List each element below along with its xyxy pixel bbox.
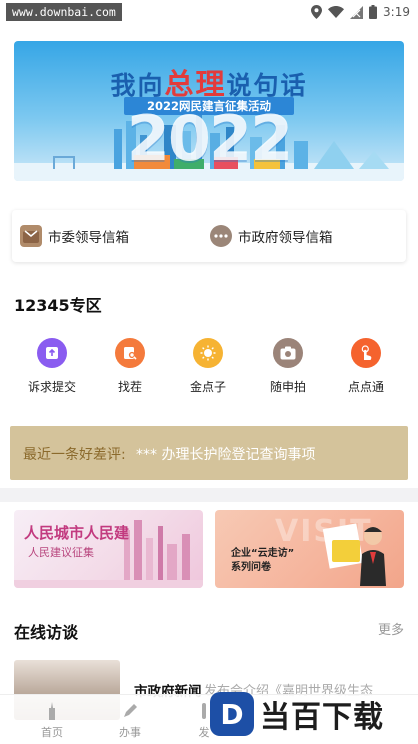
pen-icon — [120, 701, 140, 721]
promo-card-people-city[interactable]: 人民城市人民建 人民建议征集 — [14, 510, 203, 588]
banner-title-part-b: 说句话 — [226, 71, 308, 100]
tab-label: 首页 — [41, 726, 63, 739]
quick-item-golden-idea[interactable]: 金点子 — [168, 338, 248, 395]
status-icons: 3:19 — [311, 3, 410, 21]
mailbox-label: 市委领导信箱 — [48, 230, 129, 246]
quick-item-label: 金点子 — [189, 380, 226, 394]
quick-item-label: 找茬 — [117, 380, 142, 394]
banner-title-highlight: 总理 — [164, 67, 227, 101]
download-site-logo: D 当百下载 — [210, 688, 410, 740]
wifi-icon — [328, 6, 345, 18]
mailbox-label: 市政府领导信箱 — [238, 230, 333, 246]
evaluation-prefix: 最近一条好差评: — [23, 447, 126, 463]
promo-card-cloud-visit[interactable]: VISIT 企业“云走访” 系列问卷 — [215, 510, 404, 588]
envelope-icon — [20, 225, 42, 247]
evaluation-text: *** 办理长护险登记查询事项 — [136, 447, 316, 463]
leader-mailbox-card: 市委领导信箱 市政府领导信箱 — [12, 210, 406, 262]
businessman-illustration — [322, 523, 386, 586]
tab-services[interactable]: 办事 — [100, 701, 160, 740]
chat-bubble-icon — [210, 225, 232, 247]
quick-item-submit-request[interactable]: 诉求提交 — [12, 338, 92, 395]
main-content: 我向总理说句话 2022网民建言征集活动 2022 市委领导信箱 市政府领导信箱… — [0, 24, 418, 720]
section-divider — [0, 488, 418, 502]
quick-item-label: 诉求提交 — [27, 380, 76, 394]
quick-item-label: 点点通 — [347, 380, 384, 394]
search-doc-icon — [115, 338, 145, 368]
banner-year: 2022 — [126, 102, 294, 175]
quick-item-label: 随申拍 — [269, 380, 306, 394]
upload-icon — [37, 338, 67, 368]
battery-icon — [369, 5, 378, 19]
status-bar: www.downbai.com 3:19 — [0, 0, 418, 24]
latest-evaluation-bar[interactable]: 最近一条好差评: *** 办理长护险登记查询事项 — [10, 426, 408, 480]
quick-item-snapshot[interactable]: 随申拍 — [248, 338, 328, 395]
camera-icon — [273, 338, 303, 368]
banner-campaign[interactable]: 我向总理说句话 2022网民建言征集活动 2022 — [14, 41, 404, 181]
banner-title-part-a: 我向 — [110, 71, 165, 100]
promo-right-line2: 系列问卷 — [231, 562, 271, 573]
tap-icon — [351, 338, 381, 368]
mailbox-municipal-government[interactable]: 市政府领导信箱 — [210, 224, 333, 248]
quick-item-find-fault[interactable]: 找茬 — [90, 338, 170, 395]
home-tower-icon — [42, 701, 62, 721]
tab-home[interactable]: 首页 — [22, 701, 82, 740]
promo-right-line1: 企业“云走访” — [231, 548, 295, 559]
watermark-url: www.downbai.com — [6, 3, 122, 21]
location-icon — [311, 5, 323, 19]
promo-left-subtitle: 人民建议征集 — [28, 546, 94, 559]
quick-item-tap-connect[interactable]: 点点通 — [326, 338, 406, 395]
quick-actions: 诉求提交 找茬 金点子 随申拍 点点通 — [0, 338, 418, 408]
brand-text: 当百下载 — [260, 700, 384, 735]
more-link[interactable]: 更多 — [378, 619, 404, 638]
section-title-online-interviews: 在线访谈 — [14, 623, 79, 642]
app-screen: www.downbai.com 3:19 我向总理说句话 2022网民建言征集活… — [0, 0, 418, 744]
lightbulb-icon — [193, 338, 223, 368]
signal-icon — [350, 5, 364, 19]
clock: 3:19 — [383, 5, 410, 19]
promo-left-title: 人民城市人民建 — [24, 524, 130, 542]
brand-badge: D — [210, 692, 254, 736]
mailbox-municipal-party[interactable]: 市委领导信箱 — [20, 224, 129, 248]
tab-label: 办事 — [119, 726, 141, 739]
section-title-12345: 12345专区 — [14, 296, 102, 315]
